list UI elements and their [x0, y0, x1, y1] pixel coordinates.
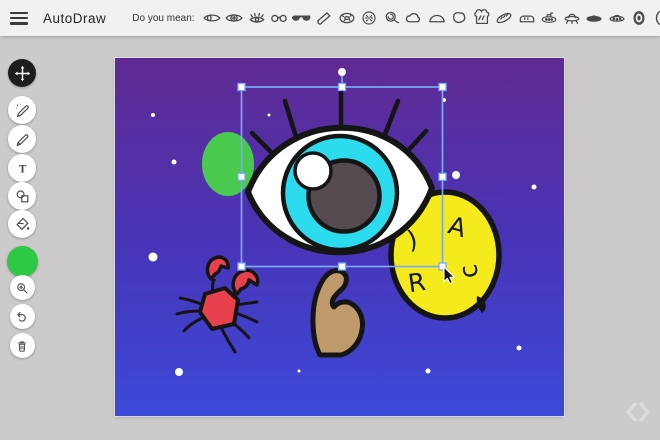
- autodraw-tool-button[interactable]: [8, 96, 36, 124]
- star-dot: [151, 113, 155, 117]
- suggestion-flying-saucer-button[interactable]: [607, 7, 627, 29]
- bread-icon: [517, 8, 537, 28]
- star-dot: [517, 346, 522, 351]
- suggestion-bread-button[interactable]: [517, 7, 537, 29]
- suggestion-donut-button[interactable]: [337, 7, 357, 29]
- green-ellipse-shape[interactable]: [202, 132, 254, 196]
- type-tool-button[interactable]: [8, 154, 36, 182]
- eye-highlight: [295, 153, 331, 189]
- star-dot: [268, 114, 271, 117]
- suggestion-baguette-button[interactable]: [494, 7, 514, 29]
- star-dot: [532, 185, 537, 190]
- drawing-canvas[interactable]: A)cR: [115, 58, 564, 416]
- suggestion-stone-button[interactable]: [449, 7, 469, 29]
- star-dot: [452, 171, 460, 179]
- suggestion-snail-button[interactable]: [382, 7, 402, 29]
- selection-handle[interactable]: [339, 84, 346, 91]
- magic-pencil-icon: [14, 102, 31, 119]
- suggestion-cloud-button[interactable]: [404, 7, 424, 29]
- autodraw-app: AutoDraw Do you mean:: [0, 0, 660, 440]
- baguette-icon: [494, 8, 514, 28]
- toast-icon: [472, 8, 492, 28]
- oval-rings-icon: [629, 8, 649, 28]
- suggestion-oval-button[interactable]: [652, 7, 660, 29]
- star-dot: [175, 368, 183, 376]
- rotate-handle[interactable]: [338, 68, 346, 76]
- eye1-icon: [202, 8, 222, 28]
- undo-tool-button[interactable]: [10, 304, 35, 329]
- suggestions-row: [202, 7, 660, 29]
- selection-handle[interactable]: [238, 263, 245, 270]
- suggestion-eye-button[interactable]: [224, 7, 244, 29]
- suggestion-ufo-button[interactable]: [562, 7, 582, 29]
- eye3-icon: [247, 8, 267, 28]
- shape-tool-button[interactable]: [8, 182, 36, 210]
- suggestion-ring-button[interactable]: [629, 7, 649, 29]
- shapes-icon: [14, 188, 31, 205]
- boomerang-icon: [314, 8, 334, 28]
- dome-icon: [427, 8, 447, 28]
- pencil-icon: [14, 131, 31, 148]
- selection-handle[interactable]: [238, 84, 245, 91]
- select-tool-button[interactable]: [8, 59, 36, 87]
- zoom-tool-button[interactable]: [10, 275, 35, 300]
- fill-tool-button[interactable]: [8, 210, 36, 238]
- cookie-icon: [359, 8, 379, 28]
- suggestion-glasses-button[interactable]: [269, 7, 289, 29]
- ufo-dots-icon: [607, 8, 627, 28]
- star-dot: [298, 370, 301, 373]
- suggestion-ufo-button[interactable]: [584, 7, 604, 29]
- color-swatch-button[interactable]: [7, 246, 38, 277]
- suggestion-eye-button[interactable]: [202, 7, 222, 29]
- submarine-icon: [539, 8, 559, 28]
- selection-handle[interactable]: [439, 173, 446, 180]
- suggestion-submarine-button[interactable]: [539, 7, 559, 29]
- app-title: AutoDraw: [43, 11, 106, 26]
- fill-icon: [14, 216, 31, 233]
- selection-handle[interactable]: [439, 84, 446, 91]
- glasses-icon: [269, 8, 289, 28]
- suggestion-sunglasses-button[interactable]: [292, 7, 312, 29]
- oval-icon: [652, 8, 660, 28]
- donut-icon: [337, 8, 357, 28]
- eye2-icon: [224, 8, 244, 28]
- star-dot: [426, 369, 431, 374]
- experiments-logo-icon[interactable]: [622, 397, 654, 427]
- selection-handle[interactable]: [238, 173, 245, 180]
- suggestion-boomerang-button[interactable]: [314, 7, 334, 29]
- sunglasses-icon: [292, 8, 312, 28]
- hamburger-menu-icon[interactable]: [10, 12, 28, 25]
- snail-icon: [382, 8, 402, 28]
- selection-handle[interactable]: [339, 263, 346, 270]
- suggestion-eyelashes-button[interactable]: [247, 7, 267, 29]
- draw-tool-button[interactable]: [8, 125, 36, 153]
- move-icon: [14, 65, 31, 82]
- ufo-legs-icon: [562, 8, 582, 28]
- ufo-filled-icon: [584, 8, 604, 28]
- star-dot: [149, 253, 158, 262]
- topbar: AutoDraw Do you mean:: [0, 0, 660, 36]
- undo-icon: [15, 310, 29, 324]
- suggestion-hill-button[interactable]: [427, 7, 447, 29]
- toolbar: [8, 0, 36, 440]
- star-dot: [172, 160, 177, 165]
- text-icon: [14, 160, 31, 177]
- suggestion-toast-button[interactable]: [472, 7, 492, 29]
- cloud-icon: [404, 8, 424, 28]
- trash-icon: [15, 339, 29, 353]
- suggestion-cookie-button[interactable]: [359, 7, 379, 29]
- canvas-svg: A)cR: [115, 58, 564, 416]
- delete-tool-button[interactable]: [10, 333, 35, 358]
- blob-icon: [449, 8, 469, 28]
- zoom-icon: [15, 281, 29, 295]
- suggestions-label: Do you mean:: [132, 13, 194, 24]
